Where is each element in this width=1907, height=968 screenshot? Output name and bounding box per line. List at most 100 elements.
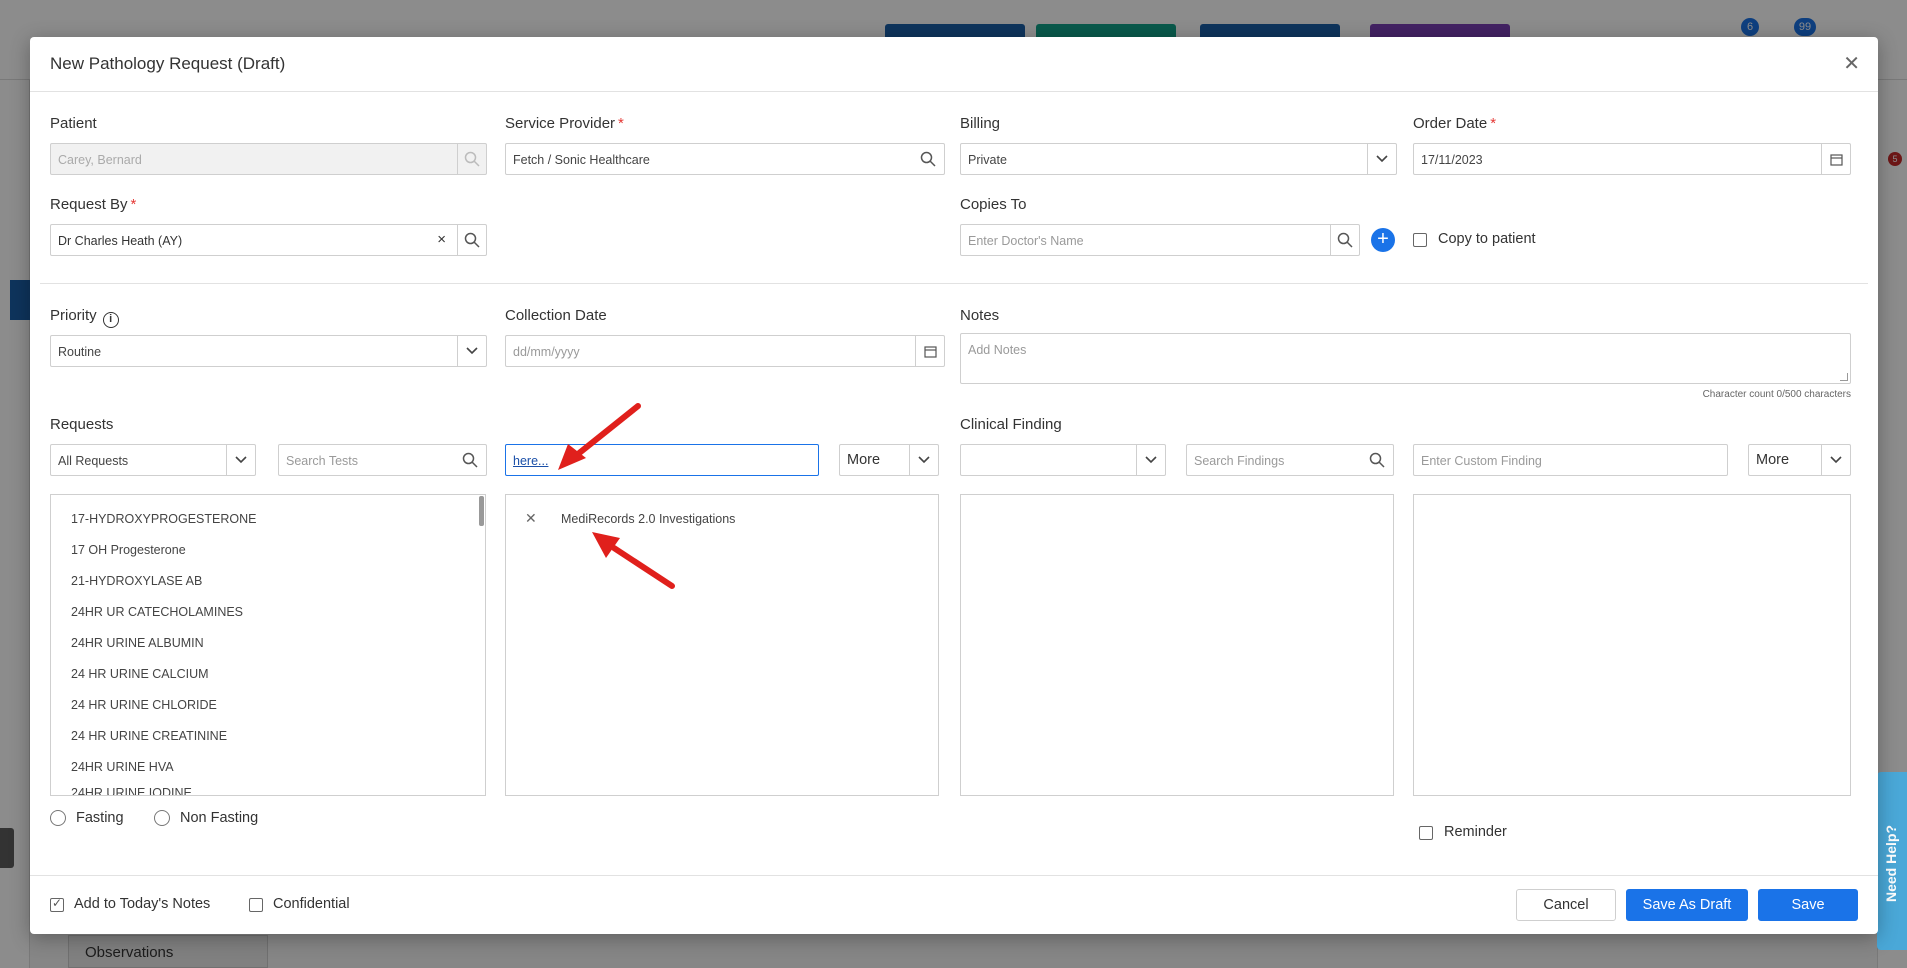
search-icon — [458, 144, 486, 174]
list-item[interactable]: 17-HYDROXYPROGESTERONE — [71, 512, 256, 526]
list-item[interactable]: 24HR URINE HVA — [71, 760, 174, 774]
fasting-radio[interactable] — [50, 810, 66, 826]
notes-label: Notes — [960, 307, 1000, 324]
resize-handle[interactable] — [1840, 373, 1848, 381]
clinical-finding-label: Clinical Finding — [960, 416, 1062, 433]
copy-to-patient-checkbox[interactable] — [1413, 233, 1427, 247]
selected-findings-list — [1413, 494, 1851, 796]
close-icon[interactable]: ✕ — [1843, 51, 1860, 76]
non-fasting-radio[interactable] — [154, 810, 170, 826]
findings-more-label: More — [1756, 452, 1790, 468]
custom-test-input[interactable]: here... — [505, 444, 819, 476]
list-item[interactable]: 17 OH Progesterone — [71, 543, 186, 557]
requests-label: Requests — [50, 416, 114, 433]
list-item[interactable]: 24HR URINE IODINE — [71, 786, 192, 795]
chevron-down-icon[interactable] — [1822, 445, 1850, 475]
left-edge-tab[interactable] — [0, 828, 14, 868]
add-to-notes-checkbox[interactable] — [50, 896, 64, 912]
request-by-label: Request By * — [50, 196, 137, 213]
calendar-icon[interactable] — [916, 336, 944, 366]
priority-label: Priority i — [50, 307, 119, 328]
chevron-down-icon[interactable] — [1137, 445, 1165, 475]
billing-label: Billing — [960, 115, 1001, 132]
findings-list[interactable] — [960, 494, 1394, 796]
chevron-down-icon[interactable] — [458, 336, 486, 366]
search-icon[interactable] — [1331, 225, 1359, 255]
list-item[interactable]: 24HR UR CATECHOLAMINES — [71, 605, 243, 619]
chevron-down-icon[interactable] — [1368, 144, 1396, 174]
list-item[interactable]: 24 HR URINE CREATININE — [71, 729, 227, 743]
findings-more-select[interactable]: More — [1748, 444, 1851, 476]
service-provider-value: Fetch / Sonic Healthcare — [513, 153, 650, 167]
priority-select[interactable]: Routine — [50, 335, 487, 367]
clinical-finding-filter-select[interactable] — [960, 444, 1166, 476]
search-icon[interactable] — [1363, 445, 1391, 475]
modal-footer: Add to Today's Notes Confidential Cancel… — [30, 875, 1878, 934]
clear-icon[interactable]: × — [437, 231, 446, 248]
pathology-request-modal: New Pathology Request (Draft) ✕ Patient … — [30, 37, 1878, 934]
confidential-label: Confidential — [273, 896, 350, 912]
custom-finding-input[interactable]: Enter Custom Finding — [1413, 444, 1728, 476]
search-icon[interactable] — [458, 225, 486, 255]
order-date-label: Order Date * — [1413, 115, 1497, 132]
calendar-icon[interactable] — [1822, 144, 1850, 174]
fasting-label: Fasting — [76, 810, 124, 826]
add-to-notes-label: Add to Today's Notes — [74, 896, 211, 912]
requests-filter-value: All Requests — [58, 454, 129, 468]
requests-more-select[interactable]: More — [839, 444, 939, 476]
requests-more-label: More — [847, 452, 881, 468]
cancel-button[interactable]: Cancel — [1516, 889, 1616, 921]
scrollbar[interactable] — [479, 496, 484, 526]
non-fasting-label: Non Fasting — [180, 810, 259, 826]
selected-test-item: MediRecords 2.0 Investigations — [561, 512, 736, 526]
copy-to-patient-label: Copy to patient — [1438, 231, 1536, 247]
search-tests-input[interactable]: Search Tests — [278, 444, 487, 476]
priority-value: Routine — [58, 345, 102, 359]
copies-to-field[interactable]: Enter Doctor's Name — [960, 224, 1360, 256]
custom-test-value: here... — [513, 454, 549, 468]
patient-field: Carey, Bernard — [50, 143, 487, 175]
save-button[interactable]: Save — [1758, 889, 1858, 921]
copies-to-label: Copies To — [960, 196, 1027, 213]
billing-select[interactable]: Private — [960, 143, 1397, 175]
list-item[interactable]: 24 HR URINE CHLORIDE — [71, 698, 217, 712]
patient-label: Patient — [50, 115, 97, 132]
add-copy-recipient-button[interactable]: + — [1371, 228, 1395, 252]
search-findings-input[interactable]: Search Findings — [1186, 444, 1394, 476]
modal-header: New Pathology Request (Draft) ✕ — [30, 37, 1878, 92]
reminder-label: Reminder — [1444, 824, 1507, 840]
service-provider-label: Service Provider * — [505, 115, 624, 132]
patient-value: Carey, Bernard — [58, 153, 142, 167]
info-icon[interactable]: i — [102, 312, 119, 328]
notes-placeholder: Add Notes — [968, 343, 1027, 357]
chevron-down-icon[interactable] — [910, 445, 938, 475]
collection-date-label: Collection Date — [505, 307, 607, 324]
search-findings-placeholder: Search Findings — [1194, 454, 1285, 468]
collection-date-placeholder: dd/mm/yyyy — [513, 345, 580, 359]
section-divider — [40, 283, 1868, 284]
need-help-button[interactable]: Need Help? — [1877, 772, 1907, 950]
notes-textarea[interactable]: Add Notes — [960, 333, 1851, 384]
remove-icon[interactable]: ✕ — [525, 510, 537, 527]
save-as-draft-button[interactable]: Save As Draft — [1626, 889, 1748, 921]
reminder-checkbox[interactable] — [1419, 826, 1433, 840]
search-icon[interactable] — [914, 144, 942, 174]
list-item[interactable]: 21-HYDROXYLASE AB — [71, 574, 202, 588]
chevron-down-icon[interactable] — [227, 445, 255, 475]
modal-title: New Pathology Request (Draft) — [50, 54, 286, 73]
notes-char-count: Character count 0/500 characters — [1702, 389, 1851, 400]
order-date-field[interactable]: 17/11/2023 — [1413, 143, 1851, 175]
collection-date-field[interactable]: dd/mm/yyyy — [505, 335, 945, 367]
custom-finding-placeholder: Enter Custom Finding — [1421, 454, 1542, 468]
requests-filter-select[interactable]: All Requests — [50, 444, 256, 476]
confidential-checkbox[interactable] — [249, 898, 263, 912]
list-item[interactable]: 24HR URINE ALBUMIN — [71, 636, 204, 650]
selected-tests-list: ✕ MediRecords 2.0 Investigations — [505, 494, 939, 796]
request-by-field[interactable]: Dr Charles Heath (AY) × — [50, 224, 487, 256]
search-icon[interactable] — [456, 445, 484, 475]
search-tests-placeholder: Search Tests — [286, 454, 359, 468]
copies-to-placeholder: Enter Doctor's Name — [968, 234, 1084, 248]
tests-list[interactable]: 17-HYDROXYPROGESTERONE 17 OH Progesteron… — [50, 494, 486, 796]
service-provider-field[interactable]: Fetch / Sonic Healthcare — [505, 143, 945, 175]
list-item[interactable]: 24 HR URINE CALCIUM — [71, 667, 209, 681]
